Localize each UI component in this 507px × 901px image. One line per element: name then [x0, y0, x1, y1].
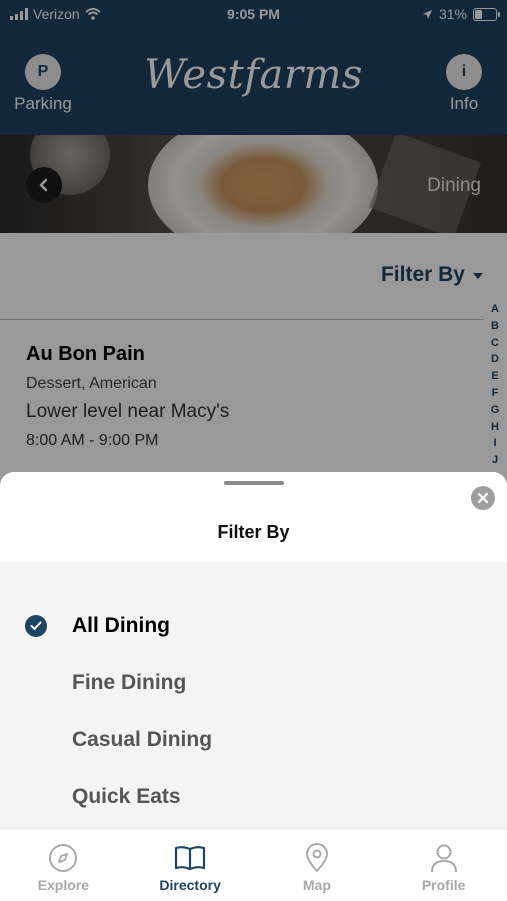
sheet-grabber-handle[interactable]: [224, 481, 284, 485]
person-icon: [430, 844, 457, 873]
sheet-header: Filter By: [0, 472, 507, 562]
sheet-title: Filter By: [217, 522, 290, 542]
close-icon: [478, 493, 488, 503]
compass-icon: [49, 844, 78, 872]
tab-map[interactable]: Map: [254, 829, 381, 901]
tab-explore[interactable]: Explore: [0, 829, 127, 901]
close-button[interactable]: [471, 486, 495, 510]
filter-option-quick-eats[interactable]: Quick Eats: [72, 785, 181, 809]
tab-explore-label: Explore: [37, 877, 90, 893]
tab-directory[interactable]: Directory: [127, 829, 254, 901]
map-pin-icon: [305, 843, 328, 873]
tab-bar: Explore Directory Map Profile: [0, 828, 507, 901]
check-icon: [25, 615, 47, 637]
tab-map-label: Map: [302, 877, 331, 893]
tab-profile-label: Profile: [421, 877, 466, 893]
book-icon: [175, 846, 206, 871]
filter-option-casual-dining[interactable]: Casual Dining: [72, 728, 212, 752]
filter-option-all-dining[interactable]: All Dining: [72, 614, 170, 638]
tab-directory-label: Directory: [159, 877, 221, 893]
filter-option-fine-dining[interactable]: Fine Dining: [72, 671, 186, 695]
tab-profile[interactable]: Profile: [380, 829, 507, 901]
